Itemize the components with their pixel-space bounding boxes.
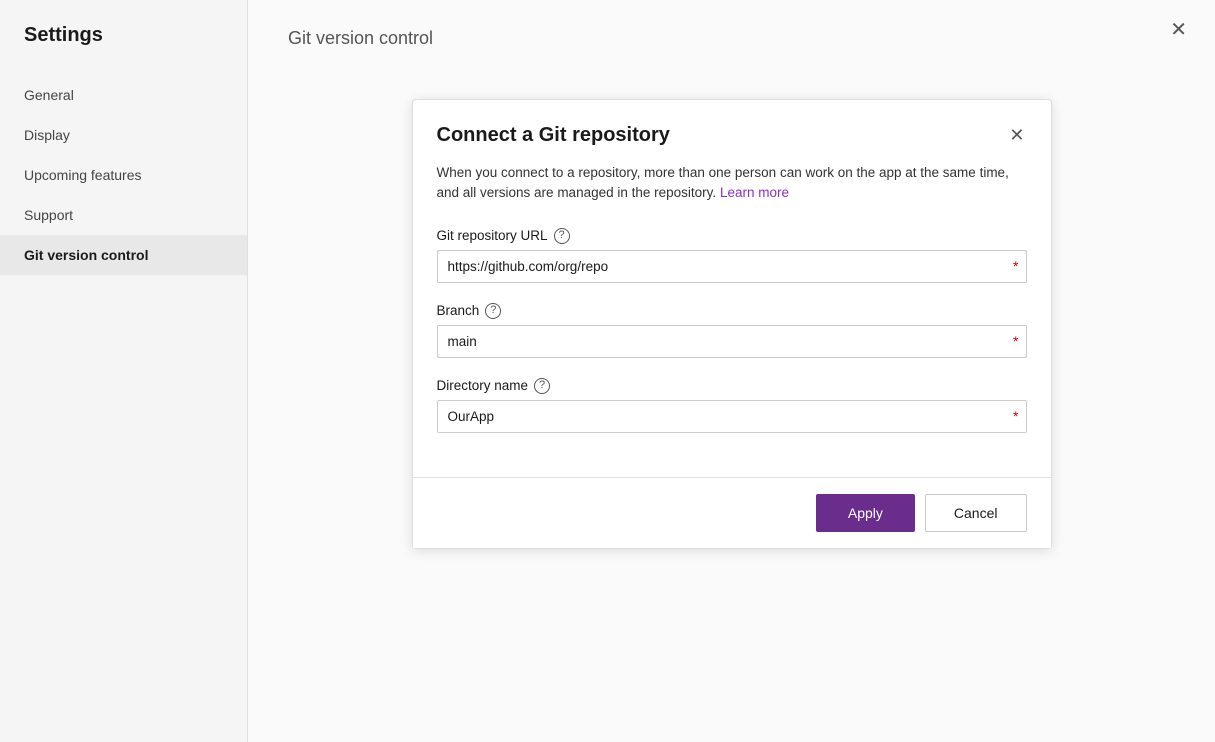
directory-name-help-icon[interactable]: ? (534, 378, 550, 394)
dialog-description: When you connect to a repository, more t… (437, 163, 1027, 204)
learn-more-link[interactable]: Learn more (720, 185, 789, 200)
sidebar: Settings GeneralDisplayUpcoming features… (0, 0, 248, 742)
dialog-container: Connect a Git repository ✕ When you conn… (248, 69, 1215, 742)
sidebar-item-support[interactable]: Support (0, 195, 247, 235)
cancel-button[interactable]: Cancel (925, 494, 1027, 532)
sidebar-item-git-version-control[interactable]: Git version control (0, 235, 247, 275)
directory-name-input[interactable] (437, 400, 1027, 433)
main-close-button[interactable]: ✕ (1170, 20, 1187, 40)
form-label-directory-name: Directory name? (437, 378, 1027, 394)
main-panel: Git version control ✕ Connect a Git repo… (248, 0, 1215, 742)
dialog-body: When you connect to a repository, more t… (413, 147, 1051, 477)
sidebar-item-display[interactable]: Display (0, 115, 247, 155)
form-label-branch: Branch? (437, 303, 1027, 319)
git-url-input[interactable] (437, 250, 1027, 283)
git-repository-dialog: Connect a Git repository ✕ When you conn… (412, 99, 1052, 549)
dialog-title: Connect a Git repository (437, 124, 670, 147)
git-url-help-icon[interactable]: ? (554, 228, 570, 244)
sidebar-item-general[interactable]: General (0, 75, 247, 115)
dialog-header: Connect a Git repository ✕ (413, 100, 1051, 147)
form-group-directory-name: Directory name?* (437, 378, 1027, 433)
branch-help-icon[interactable]: ? (485, 303, 501, 319)
form-label-git-url: Git repository URL? (437, 228, 1027, 244)
form-group-git-url: Git repository URL?* (437, 228, 1027, 283)
apply-button[interactable]: Apply (816, 494, 915, 532)
dialog-footer: Apply Cancel (413, 477, 1051, 548)
main-header-title: Git version control (248, 0, 1215, 69)
sidebar-title: Settings (0, 24, 247, 75)
branch-input[interactable] (437, 325, 1027, 358)
dialog-close-button[interactable]: ✕ (1007, 124, 1026, 146)
sidebar-item-upcoming-features[interactable]: Upcoming features (0, 155, 247, 195)
form-group-branch: Branch?* (437, 303, 1027, 358)
